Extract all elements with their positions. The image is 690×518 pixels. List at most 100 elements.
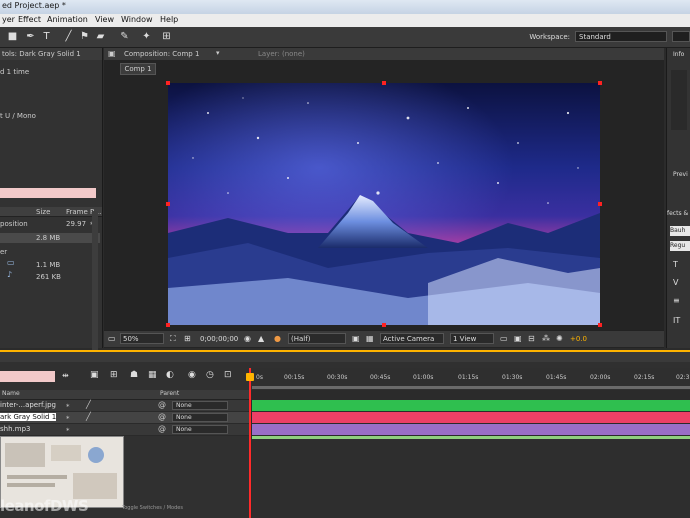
pickwhip-icon[interactable]: @ <box>158 412 166 421</box>
motion-blur-icon[interactable]: ◐ <box>166 370 174 380</box>
snapshot-icon[interactable]: ◉ <box>244 334 251 343</box>
lock-icon[interactable]: ▣ <box>108 49 116 58</box>
parent-select[interactable]: None <box>172 425 228 434</box>
info-tab[interactable]: Info <box>673 51 684 58</box>
toggle-switches-label[interactable]: Toggle Switches / Modes <box>122 505 183 511</box>
layer-name[interactable]: ark Gray Solid 1 <box>0 413 57 421</box>
parent-select[interactable]: None <box>172 401 228 410</box>
timecode-display[interactable]: 0;00;00;00 <box>200 335 238 343</box>
solo-switch-icon[interactable]: ⁎ <box>66 401 70 409</box>
reset-exposure-icon[interactable]: ✺ <box>556 334 563 343</box>
resolution-select[interactable]: (Half) <box>288 333 346 344</box>
channel-icon[interactable]: ● <box>274 334 281 343</box>
list-item[interactable]: 2.8 MB <box>0 233 100 243</box>
column-size[interactable]: Size <box>36 208 50 216</box>
pickwhip-icon[interactable]: @ <box>158 400 166 409</box>
tab-layer[interactable]: Layer: (none) <box>258 50 305 58</box>
view-layout-select[interactable]: 1 View <box>450 333 494 344</box>
scale-icon[interactable]: IT <box>673 316 680 325</box>
eraser-tool-icon[interactable]: ▰ <box>94 30 107 43</box>
current-time-indicator[interactable] <box>249 368 251 518</box>
pixel-aspect-icon[interactable]: ▭ <box>500 334 508 343</box>
menu-effect[interactable]: Effect <box>18 15 41 24</box>
tab-composition[interactable]: Composition: Comp 1 <box>124 50 199 58</box>
solo-switch-icon[interactable]: ⁎ <box>66 413 70 421</box>
project-row-name[interactable]: er <box>0 248 7 256</box>
pen-tool-icon[interactable]: ✒ <box>24 30 37 43</box>
fast-previews-icon[interactable]: ▣ <box>514 334 522 343</box>
graph-editor-icon[interactable]: ⊡ <box>224 370 232 380</box>
text-tool-icon[interactable]: T <box>40 30 53 43</box>
grid-icon[interactable]: ⊞ <box>184 334 191 343</box>
preview-tab[interactable]: Previ <box>673 171 688 178</box>
layer-duration-bar[interactable] <box>252 436 690 439</box>
column-parent[interactable]: Parent <box>160 390 179 397</box>
draft-3d-icon[interactable]: ⊞ <box>110 370 118 380</box>
playhead-handle[interactable] <box>246 373 254 381</box>
project-search-input[interactable] <box>0 188 96 198</box>
menu-help[interactable]: Help <box>160 15 178 24</box>
layer-duration-bar[interactable] <box>252 400 690 411</box>
timeline-search-input[interactable] <box>0 371 55 382</box>
frame-blending-icon[interactable]: ▦ <box>148 370 157 380</box>
composition-canvas[interactable] <box>168 83 600 325</box>
quality-switch-icon[interactable]: ╱ <box>86 412 91 421</box>
parent-select[interactable]: None <box>172 413 228 422</box>
fit-icon[interactable]: ⛶ <box>170 334 176 344</box>
region-of-interest-icon[interactable]: ▣ <box>352 334 360 343</box>
auto-keyframe-icon[interactable]: ◷ <box>206 370 214 380</box>
show-snapshot-icon[interactable]: ▲ <box>258 334 264 343</box>
timeline-icon[interactable]: ⊟ <box>528 334 535 343</box>
leading-icon[interactable]: V <box>673 278 678 287</box>
search-help-input[interactable] <box>672 31 690 42</box>
project-row-size[interactable]: 261 KB <box>36 273 61 281</box>
table-row[interactable]: shh.mp3 ⁎ @ None <box>0 424 250 436</box>
transform-handle[interactable] <box>598 202 602 206</box>
table-row[interactable]: ark Gray Solid 1 ⁎ ╱ @ None <box>0 412 250 424</box>
graph-toggle-icon[interactable]: ⇹ <box>62 371 69 380</box>
clone-stamp-tool-icon[interactable]: ⚑ <box>78 30 91 43</box>
workspace-select[interactable]: Standard <box>575 31 667 42</box>
roto-brush-tool-icon[interactable]: ✎ <box>118 30 131 43</box>
flowchart-icon[interactable]: ⁂ <box>542 334 550 343</box>
tool-options-icon[interactable]: ⊞ <box>160 30 173 43</box>
column-name[interactable]: Name <box>2 390 20 397</box>
camera-select[interactable]: Active Camera <box>380 333 444 344</box>
effects-tab[interactable]: fects & <box>667 210 688 217</box>
layer-duration-bar[interactable] <box>252 424 690 435</box>
menu-animation[interactable]: Animation <box>47 15 88 24</box>
shape-tool-icon[interactable]: ■ <box>6 30 19 43</box>
puppet-pin-tool-icon[interactable]: ✦ <box>140 30 153 43</box>
quality-switch-icon[interactable]: ╱ <box>86 400 91 409</box>
project-row-size[interactable]: 1.1 MB <box>36 261 60 269</box>
table-row[interactable]: inter-...aperf.jpg ⁎ ╱ @ None <box>0 400 250 412</box>
solo-switch-icon[interactable]: ⁎ <box>66 425 70 433</box>
transform-handle[interactable] <box>166 81 170 85</box>
timeline-track-area[interactable] <box>252 436 690 518</box>
zoom-select[interactable]: 50% <box>120 333 164 344</box>
comp-mini-flowchart-icon[interactable]: ▣ <box>90 370 99 380</box>
transform-handle[interactable] <box>166 323 170 327</box>
font-style-field[interactable]: Regu <box>670 241 690 251</box>
pickwhip-icon[interactable]: @ <box>158 424 166 433</box>
menu-layer[interactable]: yer <box>2 15 15 24</box>
brainstorm-icon[interactable]: ◉ <box>188 370 196 380</box>
transform-handle[interactable] <box>166 202 170 206</box>
menu-view[interactable]: View <box>95 15 114 24</box>
layer-name[interactable]: inter-...aperf.jpg <box>0 401 56 409</box>
chevron-down-icon[interactable]: ▾ <box>216 49 220 57</box>
project-panel-tab[interactable]: tols: Dark Gray Solid 1 <box>0 48 102 60</box>
transform-handle[interactable] <box>382 323 386 327</box>
hide-shy-layers-icon[interactable]: ☗ <box>130 370 138 380</box>
menu-window[interactable]: Window <box>121 15 153 24</box>
transform-handle[interactable] <box>598 323 602 327</box>
comp-breadcrumb[interactable]: Comp 1 <box>120 63 156 75</box>
always-preview-icon[interactable]: ▭ <box>108 334 116 343</box>
layer-name[interactable]: shh.mp3 <box>0 425 30 433</box>
stroke-icon[interactable]: ≡ <box>673 296 680 305</box>
brush-tool-icon[interactable]: ╱ <box>62 30 75 43</box>
work-area-bar[interactable] <box>252 386 690 389</box>
transform-handle[interactable] <box>382 81 386 85</box>
layer-duration-bar[interactable] <box>252 412 690 423</box>
transform-handle[interactable] <box>598 81 602 85</box>
